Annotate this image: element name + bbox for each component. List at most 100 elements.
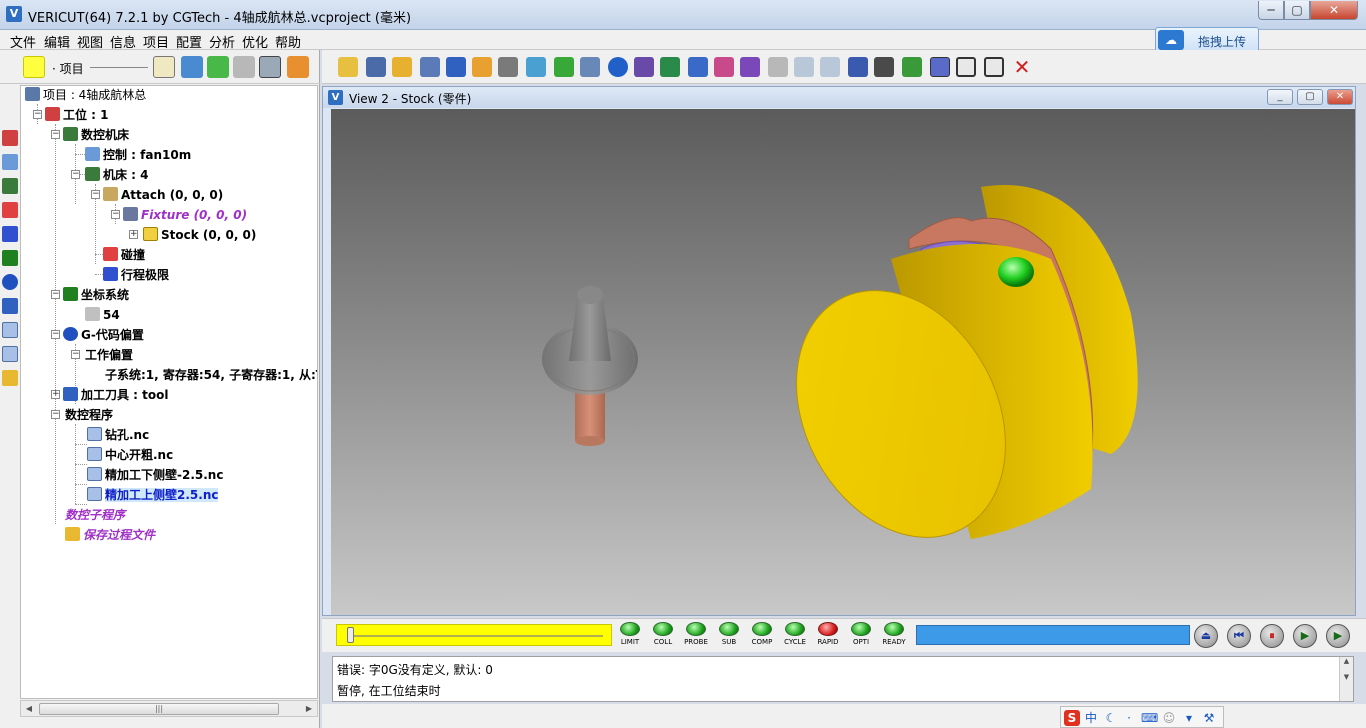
compare-icon[interactable] [526, 57, 546, 77]
tree-item-gcode-offsets[interactable]: G-代码偏置 [63, 326, 144, 344]
redo-arrow-icon[interactable] [207, 56, 229, 78]
view-minimize-button[interactable]: _ [1267, 89, 1293, 105]
expander-gcode-offsets[interactable]: − [51, 330, 60, 339]
view-close-button[interactable]: ✕ [1327, 89, 1353, 105]
control-icon[interactable] [2, 154, 18, 170]
shirt-icon[interactable]: ▾ [1181, 710, 1197, 726]
undo-arrow-icon[interactable] [233, 56, 255, 78]
model-export-icon[interactable] [740, 57, 760, 77]
open-file-icon[interactable] [392, 57, 412, 77]
3d-viewport[interactable] [331, 109, 1355, 615]
tree-item-machine[interactable]: 数控机床 [63, 126, 129, 144]
import-icon[interactable] [472, 57, 492, 77]
expander-work-offsets[interactable]: − [71, 350, 80, 359]
tool-holder-model[interactable] [542, 286, 638, 446]
reverse-icon[interactable] [902, 57, 922, 77]
save-file-icon[interactable] [420, 57, 440, 77]
tree-item-csys-54[interactable]: 54 [85, 306, 120, 324]
punctuation-icon[interactable]: · [1121, 710, 1137, 726]
tree-item-subroutines[interactable]: 数控子程序 [65, 506, 125, 524]
open-project-icon[interactable] [338, 57, 358, 77]
tree-item-nc-program-selected[interactable]: 精加工上侧壁2.5.nc [87, 486, 219, 504]
sogou-logo-icon[interactable]: S [1064, 710, 1080, 726]
wrench-icon[interactable]: ⚒ [1201, 710, 1217, 726]
coordinate-icon[interactable] [2, 250, 18, 266]
expander-tooling[interactable]: + [51, 390, 60, 399]
menu-optimize[interactable]: 优化 [242, 32, 268, 51]
properties-icon[interactable] [153, 56, 175, 78]
tree-item-project[interactable]: 项目 : 4轴成航林总 [25, 86, 146, 104]
collision-icon[interactable] [2, 202, 18, 218]
info-icon[interactable] [608, 57, 628, 77]
maximize-button[interactable]: ▢ [1284, 1, 1310, 20]
machine-setup-icon[interactable] [181, 56, 203, 78]
nc-program-icon[interactable] [2, 322, 18, 338]
auto-diff-icon[interactable] [688, 57, 708, 77]
scroll-thumb[interactable]: ||| [39, 703, 279, 715]
message-log[interactable]: 错误: 字0G没有定义, 默认: 0 暂停, 在工位结束时 ▲ ▼ [332, 656, 1354, 702]
expander-coord-system[interactable]: − [51, 290, 60, 299]
machine-icon[interactable] [2, 178, 18, 194]
save-process-icon[interactable] [2, 370, 18, 386]
menu-info[interactable]: 信息 [110, 32, 136, 51]
nc-icon[interactable] [498, 57, 518, 77]
tool-manager-icon[interactable] [446, 57, 466, 77]
travel-limit-icon[interactable] [2, 226, 18, 242]
minimize-button[interactable]: ─ [1258, 1, 1284, 20]
zoom-out-icon[interactable] [820, 57, 840, 77]
menu-config[interactable]: 配置 [176, 32, 202, 51]
tree-item-attach[interactable]: Attach (0, 0, 0) [103, 186, 223, 204]
split-horizontal-icon[interactable] [984, 57, 1004, 77]
tree-item-travel-limits[interactable]: 行程极限 [103, 266, 169, 284]
keyboard-icon[interactable]: ⌨ [1141, 710, 1158, 726]
split-vertical-icon[interactable] [956, 57, 976, 77]
tree-item-tooling[interactable]: 加工刀具 : tool [63, 386, 169, 404]
log-vertical-scrollbar[interactable]: ▲ ▼ [1339, 657, 1353, 701]
save-project-icon[interactable] [366, 57, 386, 77]
tree-item-setup[interactable]: 工位 : 1 [45, 106, 109, 124]
scroll-left-arrow-icon[interactable]: ◀ [22, 703, 36, 715]
fit-view-icon[interactable] [848, 57, 868, 77]
verify-icon[interactable] [554, 57, 574, 77]
report-icon[interactable] [580, 57, 600, 77]
view-toggle-icon[interactable] [259, 56, 281, 78]
zoom-in-icon[interactable] [794, 57, 814, 77]
setup-icon[interactable] [2, 130, 18, 146]
single-view-icon[interactable] [930, 57, 950, 77]
tree-item-fixture[interactable]: Fixture (0, 0, 0) [123, 206, 247, 224]
user-icon[interactable]: ☺ [1161, 710, 1177, 726]
play-button[interactable]: ▶ [1326, 624, 1350, 648]
close-button[interactable]: ✕ [1310, 1, 1358, 20]
menu-help[interactable]: 帮助 [275, 32, 301, 51]
3d-scene[interactable] [331, 109, 1355, 615]
project-icon[interactable] [23, 56, 45, 78]
tree-item-nc-program[interactable]: 钻孔.nc [87, 426, 149, 444]
tree-item-control[interactable]: 控制 : fan10m [85, 146, 191, 164]
scroll-right-arrow-icon[interactable]: ▶ [302, 703, 316, 715]
graph-icon[interactable] [660, 57, 680, 77]
tree-horizontal-scrollbar[interactable]: ◀ ||| ▶ [20, 700, 318, 717]
status-icon[interactable] [634, 57, 654, 77]
pause-button[interactable]: ⏸ [1260, 624, 1284, 648]
view-maximize-button[interactable]: ▢ [1297, 89, 1323, 105]
expander-machine[interactable]: − [51, 130, 60, 139]
tooling-icon[interactable] [2, 298, 18, 314]
menu-file[interactable]: 文件 [10, 32, 36, 51]
step-button[interactable]: ▶ [1293, 624, 1317, 648]
menu-edit[interactable]: 编辑 [44, 32, 70, 51]
expander-stock[interactable]: + [129, 230, 138, 239]
rewind-button[interactable]: ⏮ [1227, 624, 1251, 648]
gcode-offset-icon[interactable] [2, 274, 18, 290]
tree-item-work-offsets[interactable]: 工作偏置 [85, 346, 133, 364]
tree-item-nc-program[interactable]: 中心开粗.nc [87, 446, 173, 464]
menu-view[interactable]: 视图 [77, 32, 103, 51]
tree-item-nc-program[interactable]: 精加工下侧壁-2.5.nc [87, 466, 223, 484]
stock-part-model[interactable] [755, 185, 1138, 574]
eject-button[interactable]: ⏏ [1194, 624, 1218, 648]
chinese-mode-icon[interactable]: 中 [1083, 710, 1099, 726]
tree-item-machine-file[interactable]: 机床 : 4 [85, 166, 149, 184]
close-views-icon[interactable]: ✕ [1012, 57, 1032, 77]
tree-item-nc-programs[interactable]: 数控程序 [65, 406, 113, 424]
expander-attach[interactable]: − [91, 190, 100, 199]
tree-item-work-offset-detail[interactable]: 子系统:1, 寄存器:54, 子寄存器:1, 从:Tc [105, 366, 317, 384]
